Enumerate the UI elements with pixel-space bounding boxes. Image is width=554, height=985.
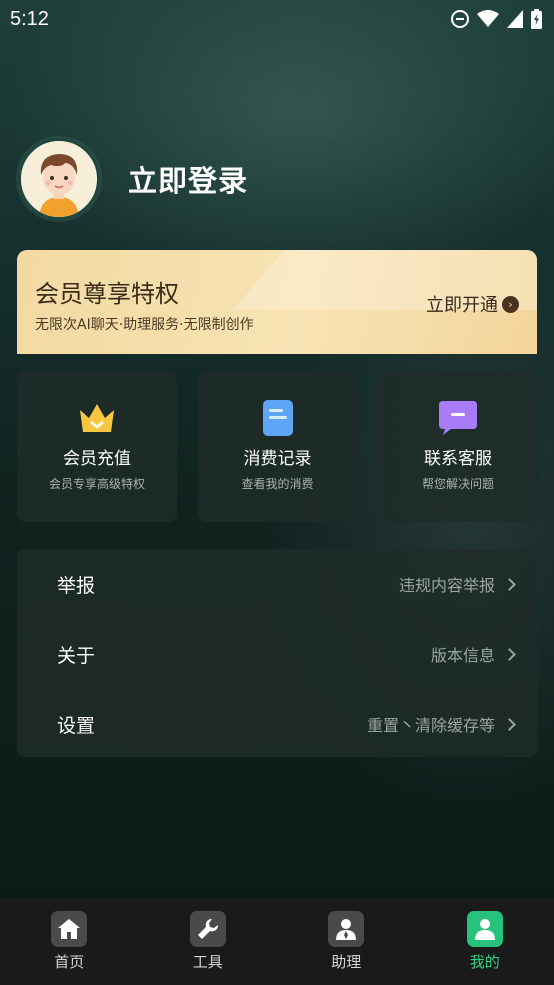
bottom-tab-bar: 首页 工具 助理 我的 <box>0 898 554 985</box>
assistant-icon <box>328 911 365 947</box>
menu-item-report[interactable]: 举报 违规内容举报 <box>17 549 538 619</box>
vip-banner[interactable]: 会员尊享特权 无限次AI聊天·助理服务·无限制创作 立即开通 › <box>17 250 537 354</box>
menu-value: 版本信息 <box>430 646 495 665</box>
tab-home[interactable]: 首页 <box>9 898 129 972</box>
menu-value: 违规内容举报 <box>398 576 495 595</box>
system-icons <box>451 9 542 29</box>
user-icon <box>466 911 503 947</box>
card-title: 会员充值 <box>63 449 131 469</box>
profile-header[interactable]: 立即登录 <box>18 138 248 220</box>
tab-tools[interactable]: 工具 <box>148 898 268 972</box>
tab-label: 我的 <box>469 953 500 971</box>
menu-value: 重置丶清除缓存等 <box>366 716 495 735</box>
vip-open-button[interactable]: 立即开通 › <box>426 291 519 317</box>
status-bar: 5:12 <box>0 0 554 38</box>
card-records[interactable]: 消费记录 查看我的消费 <box>197 370 358 522</box>
card-recharge[interactable]: 会员充值 会员专享高级特权 <box>17 370 177 522</box>
card-subtitle: 会员专享高级特权 <box>48 477 145 491</box>
tab-assistant[interactable]: 助理 <box>286 898 406 972</box>
avatar[interactable] <box>18 138 100 220</box>
do-not-disturb-icon <box>451 10 469 28</box>
tab-mine[interactable]: 我的 <box>425 898 545 972</box>
menu-label: 设置 <box>57 714 96 737</box>
menu-right: 版本信息 <box>430 642 516 666</box>
menu-label: 关于 <box>57 644 96 667</box>
chevron-right-icon <box>503 577 516 591</box>
menu-item-settings[interactable]: 设置 重置丶清除缓存等 <box>17 689 538 759</box>
arrow-right-icon: › <box>502 295 519 313</box>
tab-label: 首页 <box>54 953 85 971</box>
chevron-right-icon <box>503 647 516 661</box>
card-subtitle: 查看我的消费 <box>241 477 314 491</box>
status-time: 5:12 <box>10 7 49 30</box>
tab-label: 助理 <box>331 953 362 971</box>
menu-item-about[interactable]: 关于 版本信息 <box>17 619 538 689</box>
chevron-right-icon <box>503 717 516 731</box>
chat-bubble-icon <box>438 398 478 438</box>
menu-label: 举报 <box>57 574 96 597</box>
card-subtitle: 帮您解决问题 <box>421 477 494 491</box>
wifi-icon <box>477 10 499 27</box>
tab-label: 工具 <box>192 953 223 971</box>
signal-icon <box>507 10 523 28</box>
card-support[interactable]: 联系客服 帮您解决问题 <box>378 370 538 522</box>
settings-menu: 举报 违规内容举报 关于 版本信息 设置 重置丶清除缓存等 <box>17 549 538 757</box>
vip-subtitle: 无限次AI聊天·助理服务·无限制创作 <box>35 317 254 333</box>
vip-title: 会员尊享特权 <box>35 280 179 308</box>
card-title: 联系客服 <box>424 449 492 469</box>
login-button[interactable]: 立即登录 <box>128 158 248 200</box>
quick-cards: 会员充值 会员专享高级特权 消费记录 查看我的消费 联系客服 帮您解决问题 <box>17 370 538 522</box>
vip-open-label: 立即开通 <box>426 295 498 316</box>
card-title: 消费记录 <box>243 449 312 469</box>
document-icon <box>258 398 298 438</box>
battery-icon <box>531 9 542 29</box>
menu-right: 重置丶清除缓存等 <box>366 712 516 736</box>
menu-right: 违规内容举报 <box>398 572 516 596</box>
wrench-icon <box>189 911 226 947</box>
home-icon <box>51 911 88 947</box>
crown-icon <box>77 398 117 438</box>
